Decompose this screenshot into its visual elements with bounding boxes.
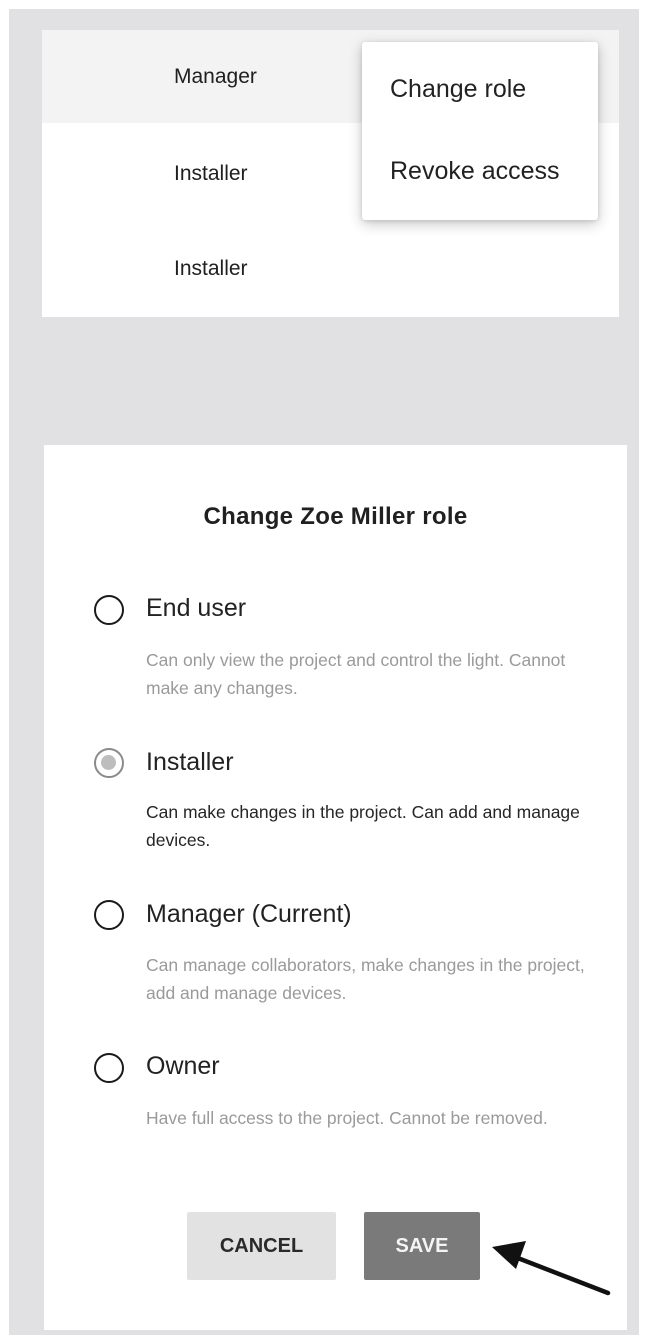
collaborator-role: Manager — [174, 64, 257, 88]
radio-button[interactable] — [94, 1053, 124, 1083]
change-role-dialog: Change Zoe Miller role End user Can only… — [44, 445, 627, 1330]
menu-item-revoke-access[interactable]: Revoke access — [390, 157, 560, 186]
radio-button-selected[interactable] — [94, 748, 124, 778]
role-label: Installer — [146, 748, 234, 776]
radio-dot — [101, 755, 116, 770]
role-label: Manager (Current) — [146, 900, 352, 928]
collaborator-role: Installer — [174, 256, 248, 280]
role-description: Can make changes in the project. Can add… — [146, 802, 580, 850]
context-menu: Change role Revoke access — [362, 42, 598, 220]
role-label: Owner — [146, 1052, 220, 1080]
arrow-pointer-icon — [492, 1241, 611, 1296]
role-description: Have full access to the project. Cannot … — [146, 1108, 548, 1128]
save-button[interactable]: SAVE — [364, 1212, 480, 1280]
role-label: End user — [146, 594, 247, 622]
radio-button[interactable] — [94, 595, 124, 625]
menu-item-change-role[interactable]: Change role — [390, 75, 526, 104]
dialog-title: Change Zoe Miller role — [203, 503, 468, 530]
collaborator-role: Installer — [174, 161, 248, 185]
list-item[interactable]: Installer — [42, 221, 619, 316]
role-description: Can only view the project and control th… — [146, 650, 566, 698]
cancel-button[interactable]: CANCEL — [187, 1212, 336, 1280]
role-description: Can manage collaborators, make changes i… — [146, 955, 585, 1003]
radio-button[interactable] — [94, 900, 124, 930]
